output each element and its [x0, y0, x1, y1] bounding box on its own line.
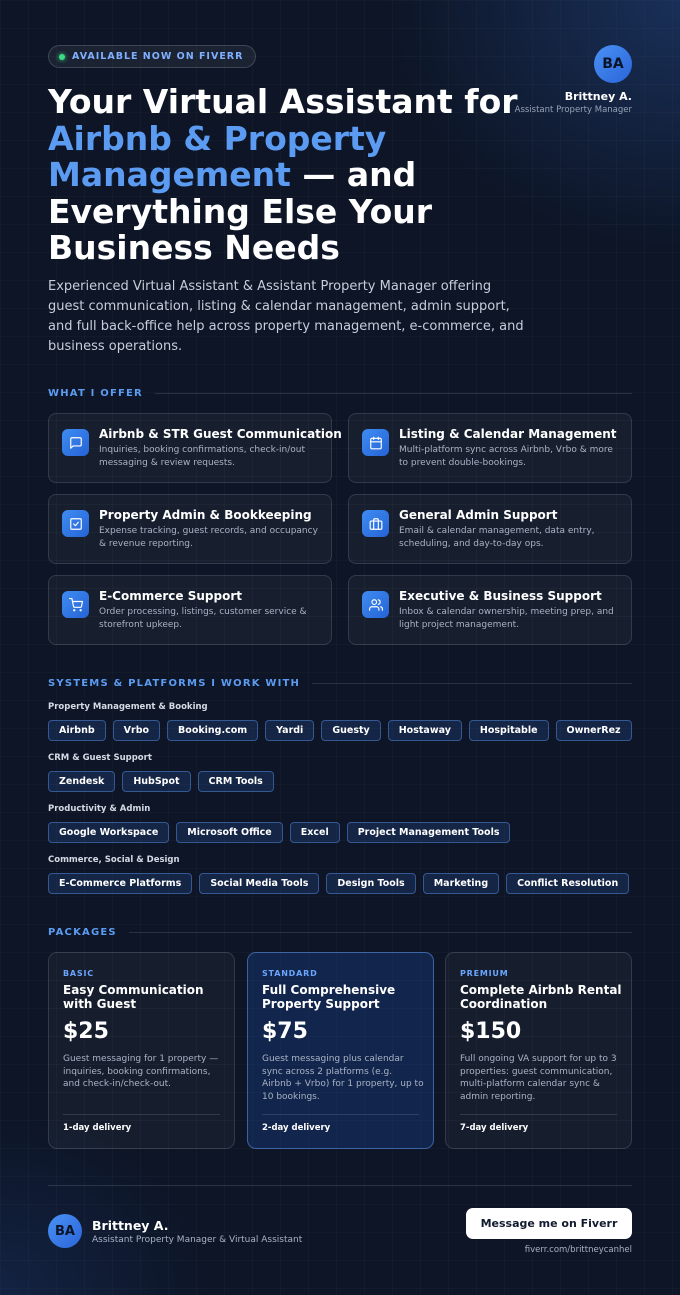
package-desc: Guest messaging for 1 property — inquiri… [63, 1054, 219, 1090]
chat-icon [62, 429, 89, 456]
package-tier: PREMIUM [460, 969, 509, 978]
status-dot-icon [59, 53, 65, 60]
briefcase-icon [362, 510, 389, 537]
packages-heading: PACKAGES [48, 925, 632, 939]
package-desc: Full ongoing VA support for up to 3 prop… [460, 1054, 617, 1103]
platforms-heading: SYSTEMS & PLATFORMS I WORK WITH [48, 676, 632, 690]
divider [128, 931, 632, 933]
offers-heading-label: WHAT I OFFER [48, 387, 143, 399]
chip-booking[interactable]: Booking.com [167, 720, 259, 741]
chip-hostaway[interactable]: Hostaway [387, 720, 462, 741]
group-label-property: Property Management & Booking [48, 702, 208, 712]
offer-card-listing-calendar[interactable]: Listing & Calendar Management Multi-plat… [348, 413, 632, 483]
offer-card-guest-communication[interactable]: Airbnb & STR Guest Communication Inquiri… [48, 413, 342, 483]
chip-crm-tools[interactable]: CRM Tools [197, 771, 274, 792]
package-card-basic[interactable]: BASIC Easy Communication with Guest $25 … [48, 952, 235, 1149]
chip-vrbo[interactable]: Vrbo [112, 720, 161, 741]
page: AVAILABLE NOW ON FIVERR BA Brittney A. A… [48, 0, 632, 1295]
chip-conflict-resolution[interactable]: Conflict Resolution [506, 873, 630, 894]
offers-heading: WHAT I OFFER [48, 386, 632, 400]
package-desc: Guest messaging plus calendar sync acros… [262, 1054, 424, 1103]
offer-title: Executive & Business Support [399, 589, 602, 603]
package-delivery: 7-day delivery [460, 1123, 529, 1133]
offer-title: E-Commerce Support [99, 589, 242, 603]
chip-guesty[interactable]: Guesty [321, 720, 381, 741]
chip-design-tools[interactable]: Design Tools [326, 873, 416, 894]
offer-desc: Email & calendar management, data entry,… [399, 526, 595, 549]
title-line-1: Your Virtual Assistant for [48, 82, 518, 121]
chip-google-workspace[interactable]: Google Workspace [48, 822, 170, 843]
message-on-fiverr-button[interactable]: Message me on Fiverr [466, 1208, 632, 1239]
footer-name: Brittney A. [92, 1218, 169, 1233]
offer-title: Airbnb & STR Guest Communication [99, 427, 342, 441]
users-icon [362, 591, 389, 618]
footer-role: Assistant Property Manager & Virtual Ass… [92, 1235, 303, 1245]
chip-row-crm: Zendesk HubSpot CRM Tools [48, 771, 274, 792]
offer-desc: Inquiries, booking confirmations, check-… [99, 445, 306, 468]
chip-row-productivity: Google Workspace Microsoft Office Excel … [48, 822, 511, 843]
chip-ownerrez[interactable]: OwnerRez [555, 720, 632, 741]
divider [63, 1114, 220, 1115]
availability-badge-label: AVAILABLE NOW ON FIVERR [72, 51, 244, 62]
offer-card-executive[interactable]: Executive & Business Support Inbox & cal… [348, 575, 632, 645]
package-price: $75 [262, 1019, 308, 1044]
package-name: Complete Airbnb Rental Coordination [460, 983, 622, 1011]
divider [460, 1114, 617, 1115]
offer-title: Listing & Calendar Management [399, 427, 617, 441]
chip-microsoft-office[interactable]: Microsoft Office [176, 822, 283, 843]
calendar-icon [362, 429, 389, 456]
offer-card-general-admin[interactable]: General Admin Support Email & calendar m… [348, 494, 632, 564]
chip-row-property: Airbnb Vrbo Booking.com Yardi Guesty Hos… [48, 720, 632, 741]
chip-ecommerce-platforms[interactable]: E-Commerce Platforms [48, 873, 193, 894]
group-label-crm: CRM & Guest Support [48, 753, 152, 763]
chip-row-commerce: E-Commerce Platforms Social Media Tools … [48, 873, 630, 894]
offer-desc: Expense tracking, guest records, and occ… [99, 526, 318, 549]
offer-title: Property Admin & Bookkeeping [99, 508, 312, 522]
offer-card-ecommerce[interactable]: E-Commerce Support Order processing, lis… [48, 575, 332, 645]
divider [154, 392, 632, 394]
package-delivery: 2-day delivery [262, 1123, 331, 1133]
package-delivery: 1-day delivery [63, 1123, 132, 1133]
chip-excel[interactable]: Excel [289, 822, 340, 843]
package-price: $25 [63, 1019, 109, 1044]
checklist-icon [62, 510, 89, 537]
offer-card-property-admin[interactable]: Property Admin & Bookkeeping Expense tra… [48, 494, 332, 564]
package-name: Easy Communication with Guest [63, 983, 204, 1011]
package-tier: STANDARD [262, 969, 318, 978]
offer-desc: Multi-platform sync across Airbnb, Vrbo … [399, 445, 613, 468]
intro-text: Experienced Virtual Assistant & Assistan… [48, 279, 524, 354]
page-title: Your Virtual Assistant for Airbnb & Prope… [48, 82, 528, 267]
divider [262, 1114, 419, 1115]
divider [48, 1185, 632, 1186]
group-label-productivity: Productivity & Admin [48, 804, 151, 814]
package-card-premium[interactable]: PREMIUM Complete Airbnb Rental Coordinat… [445, 952, 632, 1149]
availability-badge: AVAILABLE NOW ON FIVERR [48, 45, 257, 68]
chip-marketing[interactable]: Marketing [422, 873, 500, 894]
chip-social-media-tools[interactable]: Social Media Tools [199, 873, 320, 894]
avatar: BA [594, 45, 632, 83]
package-tier: BASIC [63, 969, 94, 978]
offer-desc: Order processing, listings, customer ser… [99, 607, 307, 630]
chip-project-management[interactable]: Project Management Tools [346, 822, 511, 843]
group-label-commerce: Commerce, Social & Design [48, 855, 180, 865]
chip-hubspot[interactable]: HubSpot [122, 771, 191, 792]
chip-hospitable[interactable]: Hospitable [468, 720, 549, 741]
package-card-standard[interactable]: STANDARD Full Comprehensive Property Sup… [247, 952, 434, 1149]
chip-zendesk[interactable]: Zendesk [48, 771, 116, 792]
offer-title: General Admin Support [399, 508, 558, 522]
platforms-heading-label: SYSTEMS & PLATFORMS I WORK WITH [48, 677, 301, 689]
package-name: Full Comprehensive Property Support [262, 983, 396, 1011]
fiverr-profile-link[interactable]: fiverr.com/brittneycanhel [525, 1245, 632, 1255]
chip-airbnb[interactable]: Airbnb [48, 720, 106, 741]
offer-desc: Inbox & calendar ownership, meeting prep… [399, 607, 614, 630]
footer-avatar: BA [48, 1214, 82, 1248]
package-price: $150 [460, 1019, 522, 1044]
packages-heading-label: PACKAGES [48, 926, 117, 938]
chip-yardi[interactable]: Yardi [265, 720, 315, 741]
divider [312, 682, 632, 684]
cart-icon [62, 591, 89, 618]
